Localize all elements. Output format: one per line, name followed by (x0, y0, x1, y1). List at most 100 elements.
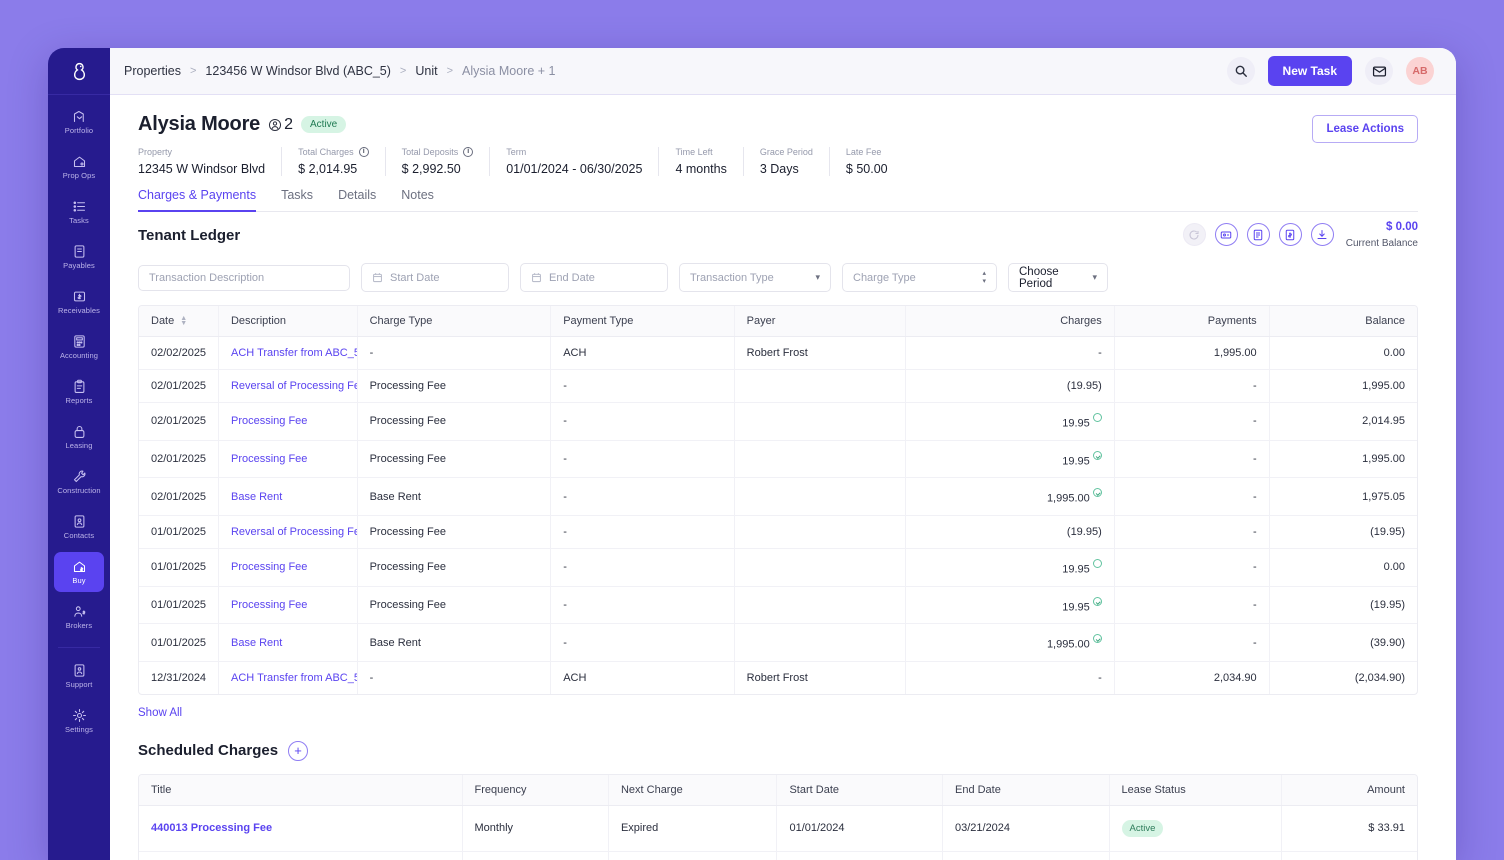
sidebar-item-accounting[interactable]: Accounting (54, 327, 104, 367)
download-button[interactable] (1311, 223, 1334, 246)
sidebar-item-settings[interactable]: Settings (54, 701, 104, 741)
chevron-down-icon: ▾ (815, 272, 820, 283)
cell-payment-type: - (551, 370, 734, 403)
avatar[interactable]: AB (1406, 57, 1434, 85)
cell-description[interactable]: Reversal of Processing Fee (218, 515, 357, 548)
breadcrumb-item[interactable]: Properties (124, 64, 181, 78)
table-row[interactable]: 01/01/2025Base RentBase Rent-1,995.00-(3… (139, 624, 1417, 662)
cell-description[interactable]: Processing Fee (218, 440, 357, 478)
lease-actions-button[interactable]: Lease Actions (1312, 115, 1418, 143)
calculator-icon (72, 334, 87, 349)
sidebar-item-receivables[interactable]: Receivables (54, 282, 104, 322)
cell-description[interactable]: Reversal of Processing Fee (218, 370, 357, 403)
cell-date: 02/01/2025 (139, 478, 218, 516)
choose-period-select[interactable]: Choose Period ▾ (1008, 263, 1108, 292)
table-row[interactable]: 12/31/2024ACH Transfer from ABC_5-ACHRob… (139, 661, 1417, 694)
transaction-type-placeholder: Transaction Type (690, 272, 774, 284)
support-icon (72, 663, 87, 678)
table-row[interactable]: 410003 Base RentMonthlyExpired01/01/2024… (139, 851, 1417, 860)
cell-title[interactable]: 410003 Base Rent (139, 851, 462, 860)
transaction-type-select[interactable]: Transaction Type ▾ (679, 263, 831, 292)
start-date-input[interactable]: Start Date (361, 263, 509, 292)
column-header[interactable]: Date▲▼ (139, 306, 218, 337)
table-row[interactable]: 440013 Processing FeeMonthlyExpired01/01… (139, 805, 1417, 851)
person-dollar-icon (72, 604, 87, 619)
sidebar-item-prop-ops[interactable]: Prop Ops (54, 147, 104, 187)
charge-type-select[interactable]: Charge Type ▴▾ (842, 263, 997, 292)
column-header: Title (139, 775, 462, 806)
status-badge: Active (301, 116, 346, 133)
invoice-button[interactable] (1279, 223, 1302, 246)
cell-payment-type: - (551, 440, 734, 478)
cell-payer (734, 440, 905, 478)
sidebar-item-label: Payables (63, 261, 95, 270)
sidebar-item-leasing[interactable]: Leasing (54, 417, 104, 457)
charge-status-icon (1093, 451, 1102, 460)
clipboard-icon (72, 379, 87, 394)
lease-fact-label: Total Chargesi (298, 147, 369, 157)
cell-charge-type: Processing Fee (357, 548, 551, 586)
sidebar-item-support[interactable]: Support (54, 656, 104, 696)
column-header: Frequency (462, 775, 608, 806)
cell-description[interactable]: ACH Transfer from ABC_5 (218, 337, 357, 370)
cell-description[interactable]: Processing Fee (218, 586, 357, 624)
sidebar-item-portfolio[interactable]: Portfolio (54, 102, 104, 142)
info-icon[interactable]: i (463, 147, 473, 157)
cell-charge-type: Base Rent (357, 478, 551, 516)
search-button[interactable] (1227, 57, 1255, 85)
table-row[interactable]: 02/02/2025ACH Transfer from ABC_5-ACHRob… (139, 337, 1417, 370)
sidebar-item-brokers[interactable]: Brokers (54, 597, 104, 637)
cell-description[interactable]: Base Rent (218, 478, 357, 516)
sidebar-item-payables[interactable]: Payables (54, 237, 104, 277)
table-row[interactable]: 02/01/2025Processing FeeProcessing Fee-1… (139, 403, 1417, 441)
tab-details[interactable]: Details (338, 188, 376, 212)
tab-notes[interactable]: Notes (401, 188, 434, 212)
breadcrumb-separator: > (447, 65, 453, 77)
app-logo[interactable] (48, 48, 110, 95)
sidebar-item-reports[interactable]: Reports (54, 372, 104, 412)
credit-card-icon (1220, 229, 1232, 241)
page-scroll-area[interactable]: Alysia Moore 2 Active Lease Actions Prop… (110, 95, 1456, 860)
breadcrumb-item[interactable]: 123456 W Windsor Blvd (ABC_5) (205, 64, 391, 78)
current-balance-amount: $ 0.00 (1346, 221, 1418, 233)
cell-description[interactable]: ACH Transfer from ABC_5 (218, 661, 357, 694)
cell-balance: (19.95) (1269, 586, 1417, 624)
updown-chevron-icon: ▴▾ (982, 270, 986, 286)
cell-payments: - (1114, 548, 1269, 586)
cell-description[interactable]: Base Rent (218, 624, 357, 662)
sidebar-item-construction[interactable]: Construction (54, 462, 104, 502)
statement-button[interactable] (1247, 223, 1270, 246)
info-icon[interactable]: i (359, 147, 369, 157)
refresh-icon (1188, 229, 1200, 241)
tab-tasks[interactable]: Tasks (281, 188, 313, 212)
cell-description[interactable]: Processing Fee (218, 403, 357, 441)
charge-status-icon (1093, 413, 1102, 422)
table-row[interactable]: 02/01/2025Processing FeeProcessing Fee-1… (139, 440, 1417, 478)
table-row[interactable]: 01/01/2025Reversal of Processing FeeProc… (139, 515, 1417, 548)
cell-start-date: 01/01/2024 (777, 805, 943, 851)
show-all-link[interactable]: Show All (138, 707, 182, 719)
mail-button[interactable] (1365, 57, 1393, 85)
table-row[interactable]: 01/01/2025Processing FeeProcessing Fee-1… (139, 548, 1417, 586)
sort-icon[interactable]: ▲▼ (180, 316, 187, 326)
sidebar-item-buy[interactable]: Buy (54, 552, 104, 592)
tab-charges-payments[interactable]: Charges & Payments (138, 188, 256, 212)
new-task-button[interactable]: New Task (1268, 56, 1352, 86)
end-date-input[interactable]: End Date (520, 263, 668, 292)
sidebar-item-tasks[interactable]: Tasks (54, 192, 104, 232)
cell-description[interactable]: Processing Fee (218, 548, 357, 586)
sidebar-item-label: Support (66, 680, 93, 689)
table-row[interactable]: 01/01/2025Processing FeeProcessing Fee-1… (139, 586, 1417, 624)
lease-fact-value: $ 50.00 (846, 162, 888, 176)
sidebar-item-contacts[interactable]: Contacts (54, 507, 104, 547)
cell-title[interactable]: 440013 Processing Fee (139, 805, 462, 851)
table-row[interactable]: 02/01/2025Base RentBase Rent-1,995.00-1,… (139, 478, 1417, 516)
breadcrumb-item[interactable]: Unit (415, 64, 437, 78)
table-row[interactable]: 02/01/2025Reversal of Processing FeeProc… (139, 370, 1417, 403)
page-title: Alysia Moore (138, 113, 260, 136)
house-dollar-icon (72, 559, 87, 574)
cell-charge-type: - (357, 337, 551, 370)
add-scheduled-charge-button[interactable]: + (288, 741, 308, 761)
record-payment-button[interactable] (1215, 223, 1238, 246)
transaction-description-input[interactable]: Transaction Description (138, 265, 350, 291)
